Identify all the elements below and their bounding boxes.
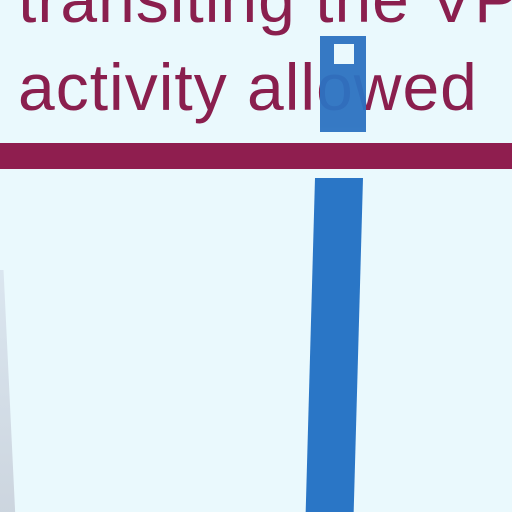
slide-canvas: transiting the VP activity allowed: [0, 0, 512, 512]
divider-bar: [0, 143, 512, 169]
left-edge-shadow: [0, 270, 16, 512]
vertical-blue-bar: [305, 178, 363, 512]
top-blue-mark: [320, 36, 366, 132]
heading-line-1: transiting the VP: [18, 0, 512, 34]
heading-line-2: activity allowed: [18, 50, 478, 124]
